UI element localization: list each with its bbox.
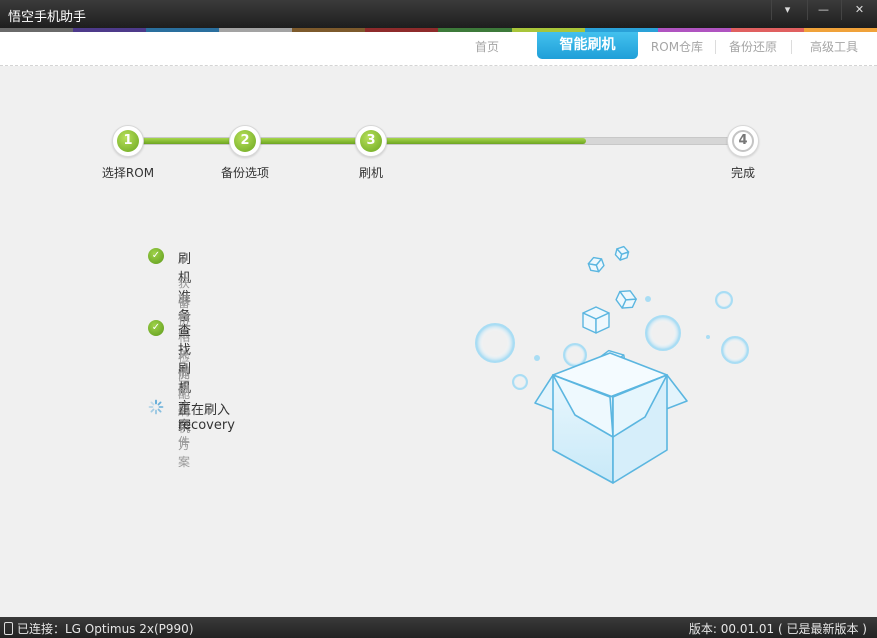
step-1-label: 选择ROM — [101, 166, 155, 180]
tab-backup-restore[interactable]: 备份还原 — [727, 38, 779, 55]
nav-bar: 首页 智能刷机 ROM仓库 备份还原 高级工具 — [0, 32, 877, 66]
nav-divider — [791, 40, 792, 54]
open-box-illustration — [475, 245, 749, 484]
tab-rom-repo[interactable]: ROM仓库 — [648, 38, 706, 55]
bubble — [715, 291, 733, 309]
phone-icon — [4, 622, 13, 635]
close-button[interactable]: ✕ — [841, 0, 877, 20]
bubble — [706, 335, 710, 339]
bubble — [475, 323, 515, 363]
status-bar: 已连接：LG Optimus 2x(P990) 版本: 00.01.01 ( 已… — [0, 617, 877, 638]
step-3-label: 刷机 — [358, 166, 383, 180]
tab-smart-flash[interactable]: 智能刷机 — [537, 32, 638, 59]
minimize-button[interactable]: — — [807, 0, 839, 20]
task-title: 正在刷入recovery — [178, 403, 235, 433]
progress-stepper: 1 2 3 4 选择ROM 备份选项 刷机 完成 — [0, 120, 877, 190]
bubble — [534, 355, 540, 361]
connection-status: 已连接：LG Optimus 2x(P990) — [4, 620, 194, 637]
bubble — [645, 296, 651, 302]
progress-fill — [121, 138, 586, 144]
menu-dropdown-button[interactable]: ▾ — [771, 0, 803, 20]
floating-cube — [582, 306, 610, 334]
floating-cube — [615, 290, 637, 309]
bubble — [645, 315, 681, 351]
progress-track — [120, 137, 750, 145]
check-icon: ✓ — [148, 248, 164, 264]
loading-spinner-icon — [148, 399, 164, 415]
step-4-dot: 4 — [727, 125, 759, 157]
step-2-dot: 2 — [229, 125, 261, 157]
title-bar: 悟空手机助手 ▾ — ✕ — [0, 0, 877, 28]
bubble — [721, 336, 749, 364]
nav-divider — [715, 40, 716, 54]
app-title: 悟空手机助手 — [8, 10, 87, 25]
step-4-label: 完成 — [730, 166, 755, 180]
floating-cube — [587, 256, 605, 273]
floating-cube — [614, 245, 630, 261]
check-icon: ✓ — [148, 320, 164, 336]
step-2-label: 备份选项 — [220, 166, 269, 180]
connection-text: 已连接：LG Optimus 2x(P990) — [17, 622, 194, 636]
tab-advanced-tools[interactable]: 高级工具 — [808, 38, 860, 55]
box — [534, 352, 688, 484]
step-3-dot: 3 — [355, 125, 387, 157]
tab-home[interactable]: 首页 — [473, 38, 501, 55]
step-1-dot: 1 — [112, 125, 144, 157]
version-text: 版本: 00.01.01 ( 已是最新版本 ) — [688, 622, 867, 636]
bubble — [512, 374, 528, 390]
